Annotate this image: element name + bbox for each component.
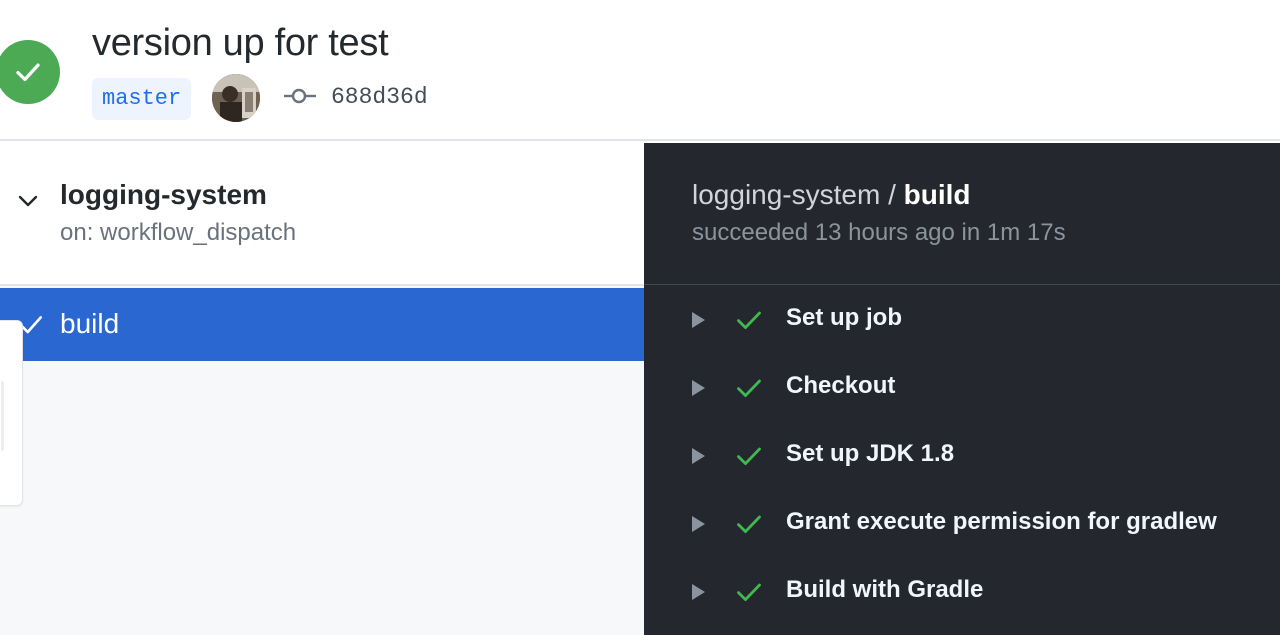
- step-row[interactable]: Set up job: [644, 286, 1280, 354]
- expand-triangle-icon[interactable]: [692, 380, 705, 396]
- step-row[interactable]: Checkout: [644, 354, 1280, 422]
- step-label: Grant execute permission for gradlew: [786, 508, 1217, 535]
- step-row[interactable]: Grant execute permission for gradlew: [644, 490, 1280, 558]
- check-icon: [737, 311, 761, 329]
- run-status-icon: [0, 40, 60, 104]
- step-label: Set up JDK 1.8: [786, 440, 955, 467]
- jobs-sidebar: logging-system on: workflow_dispatch bui…: [0, 143, 644, 635]
- expand-triangle-icon[interactable]: [692, 516, 705, 532]
- expand-triangle-icon[interactable]: [692, 312, 705, 328]
- job-title: logging-system / build: [692, 179, 971, 211]
- job-log-panel: logging-system / build succeeded 13 hour…: [644, 143, 1280, 635]
- step-label: Set up job: [786, 304, 902, 331]
- avatar[interactable]: [212, 74, 260, 122]
- expand-triangle-icon[interactable]: [692, 448, 705, 464]
- commit-icon: [284, 88, 316, 104]
- expand-triangle-icon[interactable]: [692, 584, 705, 600]
- step-label: Build with Gradle: [786, 576, 984, 603]
- check-icon: [737, 515, 761, 533]
- check-icon: [16, 63, 40, 82]
- job-title-job: build: [903, 179, 971, 210]
- avatar-image: [212, 74, 260, 122]
- commit-title: version up for test: [92, 22, 389, 64]
- workflow-run-page: version up for test master 688d36d loggi…: [0, 0, 1280, 635]
- job-item-build[interactable]: build: [0, 288, 644, 361]
- step-row[interactable]: Build with Gradle: [644, 558, 1280, 626]
- job-title-separator: /: [880, 179, 904, 210]
- run-header: version up for test master 688d36d: [0, 0, 1280, 141]
- check-icon: [737, 583, 761, 601]
- job-status-meta: succeeded 13 hours ago in 1m 17s: [692, 219, 1066, 246]
- workflow-summary[interactable]: logging-system on: workflow_dispatch: [0, 143, 644, 286]
- job-title-workflow: logging-system: [692, 179, 881, 210]
- commit-sha[interactable]: 688d36d: [331, 84, 428, 110]
- workflow-trigger: on: workflow_dispatch: [60, 219, 297, 246]
- job-name: build: [60, 308, 120, 339]
- workflow-name: logging-system: [60, 179, 267, 210]
- step-label: Checkout: [786, 372, 896, 399]
- sidebar-toggle-tab[interactable]: [0, 320, 23, 506]
- branch-badge[interactable]: master: [92, 78, 192, 120]
- job-header: logging-system / build succeeded 13 hour…: [644, 143, 1280, 285]
- tab-handle: [1, 381, 4, 451]
- step-row[interactable]: Set up JDK 1.8: [644, 422, 1280, 490]
- chevron-down-icon[interactable]: [16, 189, 40, 213]
- check-icon: [737, 379, 761, 397]
- check-icon: [737, 447, 761, 465]
